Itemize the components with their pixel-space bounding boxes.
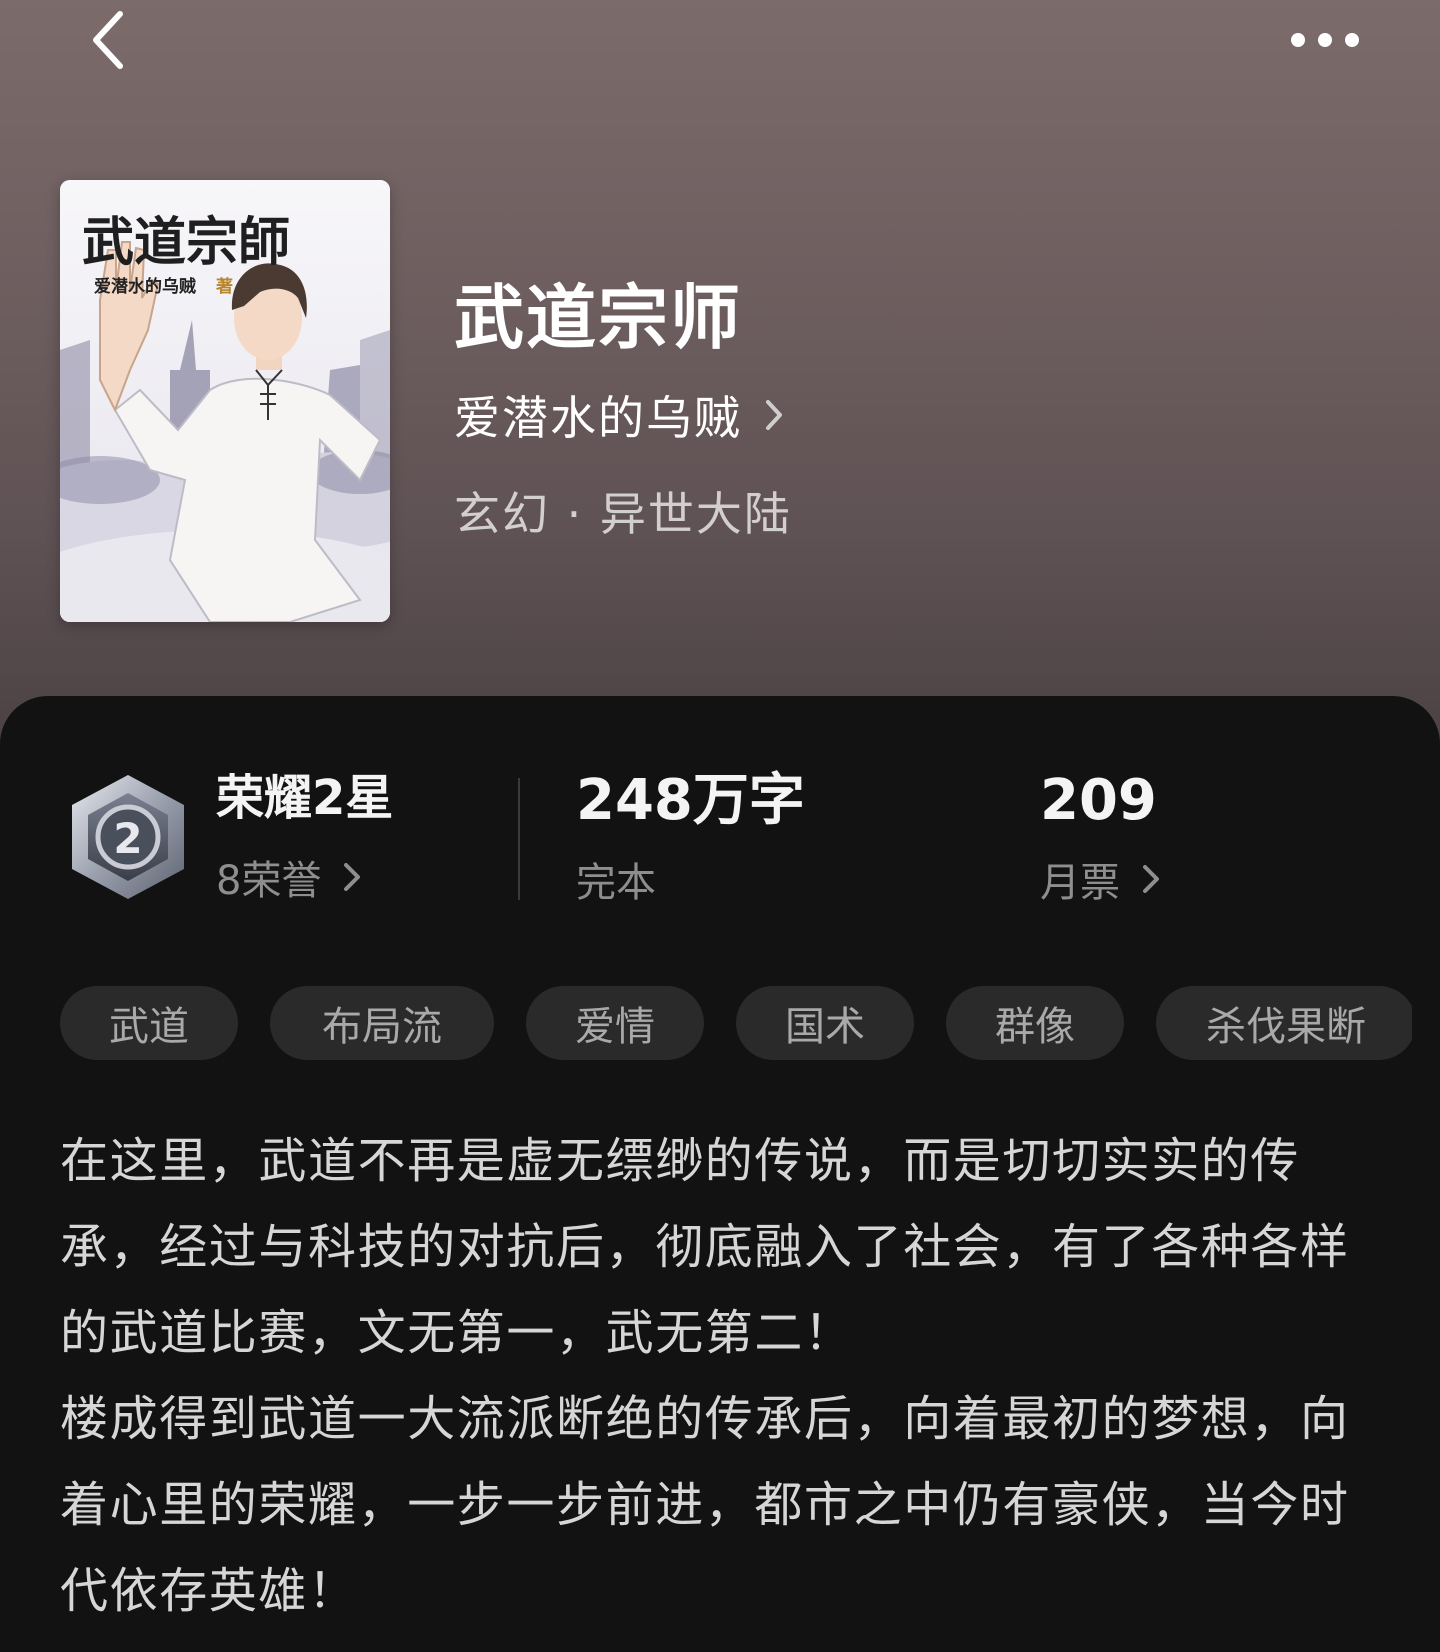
book-description: 在这里，武道不再是虚无缥缈的传说，而是切切实实的传承，经过与科技的对抗后，彻底融… xyxy=(60,1118,1380,1634)
honor-title: 荣耀2星 xyxy=(216,770,394,826)
more-button[interactable] xyxy=(1280,18,1370,62)
tag-chip[interactable]: 布局流 xyxy=(270,986,494,1060)
author-name: 爱潜水的乌贼 xyxy=(454,391,742,445)
tag-chip[interactable]: 群像 xyxy=(946,986,1124,1060)
tag-chip[interactable]: 爱情 xyxy=(526,986,704,1060)
description-paragraph: 在这里，武道不再是虚无缥缈的传说，而是切切实实的传承，经过与科技的对抗后，彻底融… xyxy=(60,1133,1350,1361)
word-count-value: 248万字 xyxy=(576,768,805,833)
honor-block[interactable]: 2 荣耀2星 8荣誉 xyxy=(64,768,393,906)
word-count-stat: 248万字 完本 xyxy=(576,768,805,908)
back-button[interactable] xyxy=(78,10,138,70)
genre-label: 玄幻 · 异世大陆 xyxy=(454,487,792,541)
honor-badge-icon: 2 xyxy=(72,775,184,899)
author-link[interactable]: 爱潜水的乌贼 xyxy=(454,382,784,448)
chevron-right-icon xyxy=(764,398,784,432)
book-cover[interactable]: 武道宗師 爱潜水的乌贼 著 xyxy=(60,180,390,622)
badge-number: 2 xyxy=(113,814,142,863)
honor-count: 8荣誉 xyxy=(216,858,322,904)
cover-title-text: 武道宗師 xyxy=(82,212,290,273)
tag-chip[interactable]: 武道 xyxy=(60,986,238,1060)
book-info-panel: 2 荣耀2星 8荣誉 248万字 完本 209 月票 武道 布局流 爱情 国术 … xyxy=(0,696,1440,1652)
chevron-right-icon xyxy=(344,863,361,891)
honor-link[interactable]: 8荣誉 xyxy=(216,848,393,906)
tag-list: 武道 布局流 爱情 国术 群像 杀伐果断 xyxy=(60,986,1412,1060)
chevron-right-icon xyxy=(1143,865,1159,893)
completion-status: 完本 xyxy=(576,860,656,906)
description-paragraph: 楼成得到武道一大流派断绝的传承后，向着最初的梦想，向着心里的荣耀，一步一步前进，… xyxy=(60,1391,1350,1619)
monthly-ticket-value: 209 xyxy=(1040,768,1157,833)
book-title: 武道宗师 xyxy=(454,276,742,359)
cover-author-suffix: 著 xyxy=(216,276,233,297)
chevron-left-icon xyxy=(93,11,123,69)
more-dots-icon xyxy=(1291,33,1359,47)
book-header: 武道宗師 爱潜水的乌贼 著 武道宗师 爱潜水的乌贼 玄幻 · 异世大陆 xyxy=(0,0,1440,760)
cover-author-text: 爱潜水的乌贼 xyxy=(94,276,196,297)
monthly-ticket-stat[interactable]: 209 月票 xyxy=(1040,768,1162,908)
monthly-ticket-label: 月票 xyxy=(1040,860,1120,906)
tag-chip[interactable]: 国术 xyxy=(736,986,914,1060)
tag-chip[interactable]: 杀伐果断 xyxy=(1156,986,1412,1060)
stats-divider xyxy=(518,778,520,900)
